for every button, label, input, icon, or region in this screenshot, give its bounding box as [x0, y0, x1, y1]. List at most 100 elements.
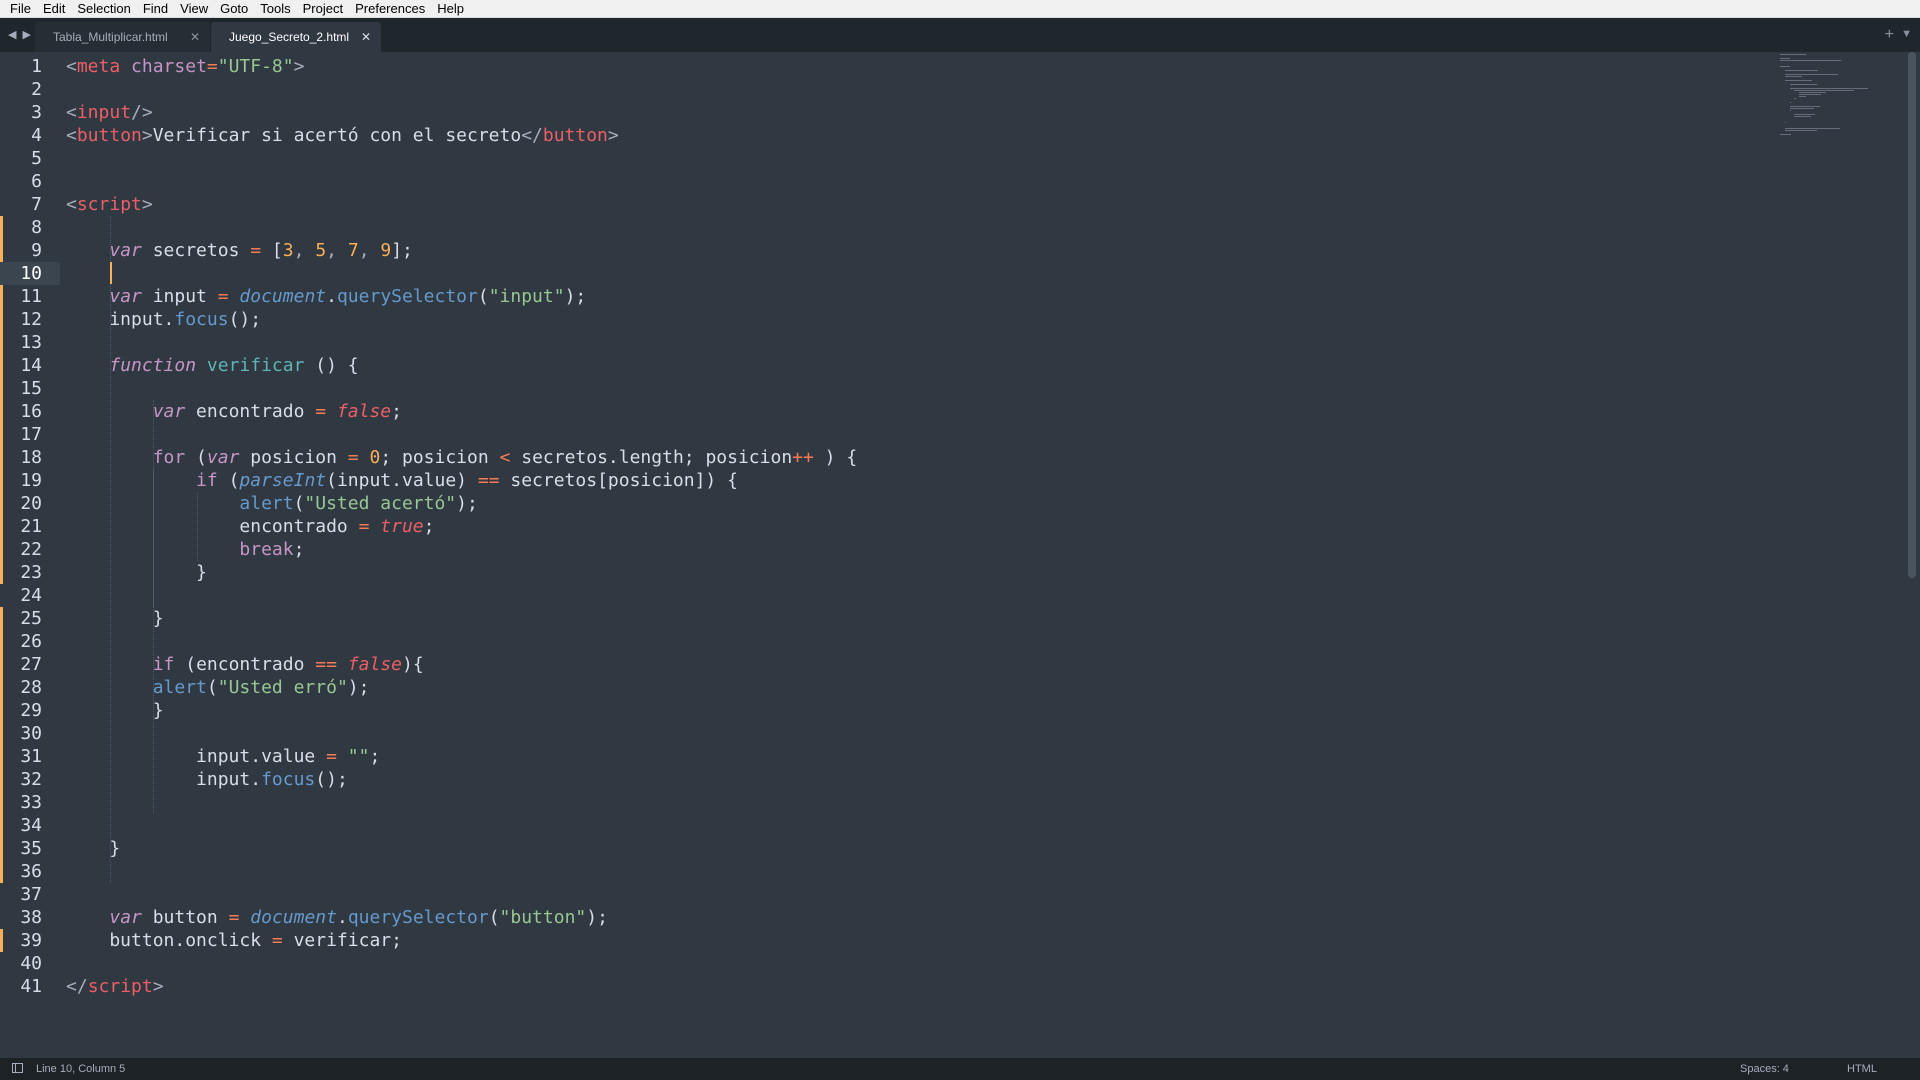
code-token: = — [326, 746, 337, 767]
code-token: alert — [239, 493, 294, 514]
code-line[interactable]: <button>Verificar si acertó con el secre… — [66, 124, 619, 147]
code-line[interactable]: } — [66, 699, 164, 722]
minimap-line — [1784, 76, 1802, 77]
code-token: , — [358, 240, 381, 261]
minimap-line — [1780, 66, 1790, 67]
line-number: 4 — [31, 125, 42, 146]
code-token: ; posicion — [380, 447, 500, 468]
line-number: 15 — [20, 378, 42, 399]
code-token: var — [109, 907, 142, 928]
line-number: 18 — [20, 447, 42, 468]
code-line[interactable]: } — [66, 837, 120, 860]
code-line[interactable]: var button = document.querySelector("but… — [66, 906, 608, 929]
tab-label: Tabla_Multiplicar.html — [53, 30, 168, 44]
code-token: } — [66, 700, 164, 721]
code-line[interactable]: encontrado = true; — [66, 515, 434, 538]
code-token: function — [109, 355, 197, 376]
code-line[interactable]: input.focus(); — [66, 308, 261, 331]
line-number: 38 — [20, 907, 42, 928]
vertical-scrollbar[interactable] — [1908, 52, 1916, 578]
menu-item-view[interactable]: View — [174, 0, 214, 18]
minimap[interactable] — [1780, 52, 1880, 142]
code-token: button — [76, 125, 142, 146]
menu-item-project[interactable]: Project — [297, 0, 349, 18]
code-token: ( — [293, 493, 305, 514]
indentation-setting[interactable]: Spaces: 4 — [1740, 1058, 1789, 1080]
code-line[interactable]: var encontrado = false; — [66, 400, 402, 423]
code-line[interactable]: var input = document.querySelector("inpu… — [66, 285, 586, 308]
menu-item-file[interactable]: File — [4, 0, 37, 18]
menu-item-preferences[interactable]: Preferences — [349, 0, 431, 18]
code-token: secretos — [141, 240, 251, 261]
right-arrow-icon[interactable]: ▶ — [22, 28, 30, 41]
code-token: > — [141, 194, 153, 215]
code-line[interactable]: alert("Usted erró"); — [66, 676, 370, 699]
line-number: 40 — [20, 953, 42, 974]
line-number: 28 — [20, 677, 42, 698]
code-line[interactable]: input.value = ""; — [66, 745, 380, 768]
code-token: . — [336, 907, 348, 928]
code-token: "input" — [488, 286, 565, 307]
code-token: (); — [228, 309, 262, 330]
code-token: = — [347, 447, 359, 468]
code-line[interactable]: for (var posicion = 0; posicion < secret… — [66, 446, 858, 469]
close-icon[interactable]: ✕ — [361, 22, 371, 52]
code-token: input — [76, 102, 132, 123]
code-token: = — [228, 907, 240, 928]
code-token: > — [607, 125, 619, 146]
code-token: alert — [152, 677, 207, 698]
menu-item-selection[interactable]: Selection — [71, 0, 136, 18]
panel-toggle-icon[interactable] — [12, 1063, 23, 1073]
new-tab-icon[interactable]: + — [1885, 26, 1894, 44]
code-line[interactable]: alert("Usted acertó"); — [66, 492, 477, 515]
code-token: < — [66, 102, 77, 123]
code-token: ; — [369, 746, 381, 767]
code-line[interactable]: } — [66, 561, 207, 584]
code-token: ){ — [402, 654, 424, 675]
code-line[interactable]: var secretos = [3, 5, 7, 9]; — [66, 239, 413, 262]
code-token: == — [477, 470, 500, 491]
menu-item-tools[interactable]: Tools — [254, 0, 296, 18]
code-line[interactable]: <script> — [66, 193, 153, 216]
cursor-position: Line 10, Column 5 — [36, 1063, 126, 1075]
menu-item-edit[interactable]: Edit — [37, 0, 71, 18]
line-number: 6 — [31, 171, 42, 192]
code-line[interactable]: input.focus(); — [66, 768, 348, 791]
code-token: querySelector — [347, 907, 489, 928]
code-line[interactable]: <meta charset="UTF-8"> — [66, 55, 304, 78]
code-token: document — [239, 286, 327, 307]
code-line[interactable]: if (encontrado == false){ — [66, 653, 424, 676]
syntax-selector[interactable]: HTML — [1847, 1058, 1877, 1080]
line-number: 8 — [31, 217, 42, 238]
code-token: ); — [564, 286, 587, 307]
code-line[interactable]: } — [66, 607, 164, 630]
line-number: 3 — [31, 102, 42, 123]
code-token: encontrado — [185, 401, 316, 422]
code-token: = — [217, 286, 229, 307]
minimap-line — [1789, 108, 1814, 109]
tab-juego-secreto[interactable]: Juego_Secreto_2.html ✕ — [211, 22, 381, 52]
code-token: < — [66, 194, 77, 215]
tab-tabla-multiplicar[interactable]: Tabla_Multiplicar.html ✕ — [35, 22, 210, 52]
code-token: ]; — [391, 240, 413, 261]
code-editor[interactable]: 1 2 3 4 5 6 7 8 9 10 11 12 13 14 15 16 17 18 19 20 21 22 23 24 2… — [0, 52, 1920, 1058]
code-token: ) { — [813, 447, 858, 468]
code-line[interactable]: <input/> — [66, 101, 153, 124]
code-line[interactable]: button.onclick = verificar; — [66, 929, 402, 952]
code-line[interactable]: </script> — [66, 975, 164, 998]
code-line[interactable]: if (parseInt(input.value) == secretos[po… — [66, 469, 738, 492]
minimap-line — [1784, 128, 1840, 129]
tab-menu-icon[interactable]: ▼ — [1901, 28, 1912, 40]
menu-item-find[interactable]: Find — [137, 0, 174, 18]
code-token: (); — [315, 769, 348, 790]
line-number: 11 — [20, 286, 42, 307]
left-arrow-icon[interactable]: ◀ — [8, 28, 16, 41]
close-icon[interactable]: ✕ — [190, 22, 200, 52]
menu-item-help[interactable]: Help — [431, 0, 470, 18]
menu-item-goto[interactable]: Goto — [214, 0, 254, 18]
code-line[interactable]: break; — [66, 538, 304, 561]
